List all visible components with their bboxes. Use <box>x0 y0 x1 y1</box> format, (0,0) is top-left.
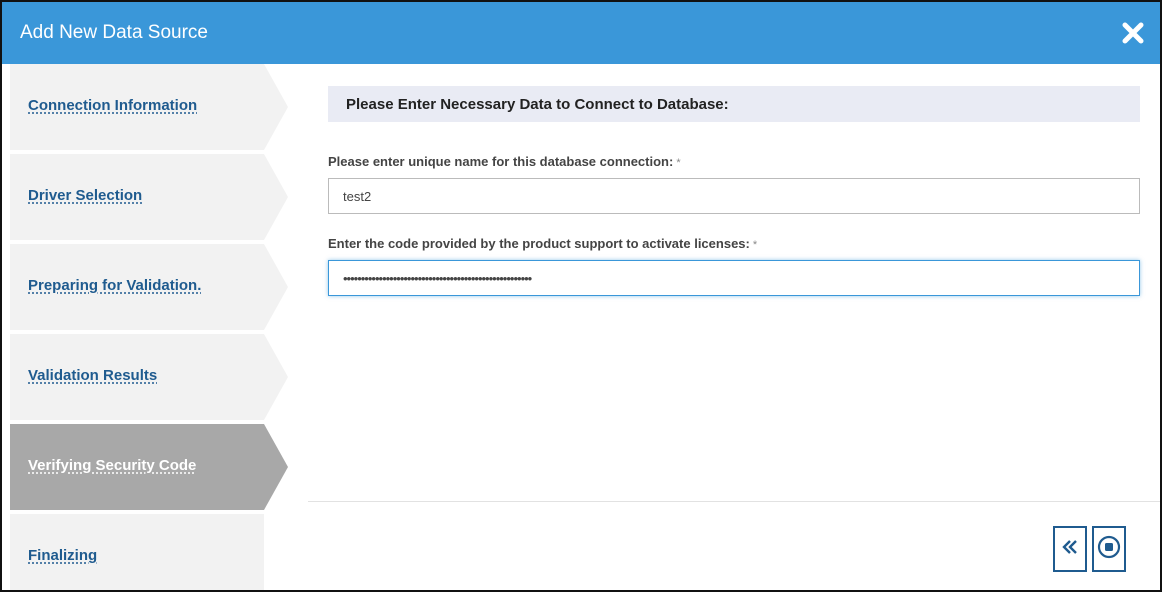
step-label[interactable]: Connection Information <box>28 97 197 114</box>
step-finalizing[interactable]: Finalizing <box>10 514 290 590</box>
code-field-label: Enter the code provided by the product s… <box>328 236 757 251</box>
step-verifying-security-code[interactable]: Verifying Security Code <box>10 424 290 510</box>
main-panel: Please Enter Necessary Data to Connect t… <box>308 64 1160 590</box>
step-validation-results[interactable]: Validation Results <box>10 334 290 420</box>
wizard-steps: Connection Information Driver Selection … <box>10 64 310 590</box>
section-header: Please Enter Necessary Data to Connect t… <box>328 86 1140 122</box>
required-mark: * <box>752 239 758 251</box>
name-label-text: Please enter unique name for this databa… <box>328 154 674 169</box>
section-title: Please Enter Necessary Data to Connect t… <box>346 96 729 113</box>
dialog-title: Add New Data Source <box>20 22 208 43</box>
step-label[interactable]: Verifying Security Code <box>28 457 196 474</box>
stop-button[interactable] <box>1092 526 1126 572</box>
back-button[interactable] <box>1053 526 1087 572</box>
code-label-text: Enter the code provided by the product s… <box>328 236 750 251</box>
name-field-label: Please enter unique name for this databa… <box>328 154 681 169</box>
step-label[interactable]: Preparing for Validation. <box>28 277 201 294</box>
add-data-source-dialog: Add New Data Source Connection Informati… <box>0 0 1162 592</box>
step-label[interactable]: Finalizing <box>28 547 97 564</box>
double-chevron-left-icon <box>1061 538 1079 561</box>
step-connection-information[interactable]: Connection Information <box>10 64 290 150</box>
required-mark: * <box>676 157 681 169</box>
step-driver-selection[interactable]: Driver Selection <box>10 154 290 240</box>
stop-circle-icon <box>1097 535 1121 564</box>
close-icon[interactable] <box>1120 20 1146 46</box>
step-label[interactable]: Driver Selection <box>28 187 142 204</box>
step-preparing-for-validation[interactable]: Preparing for Validation. <box>10 244 290 330</box>
footer-divider <box>308 501 1160 502</box>
title-bar: Add New Data Source <box>2 2 1160 64</box>
connection-name-input[interactable] <box>328 178 1140 214</box>
step-label[interactable]: Validation Results <box>28 367 157 384</box>
license-code-input[interactable] <box>328 260 1140 296</box>
